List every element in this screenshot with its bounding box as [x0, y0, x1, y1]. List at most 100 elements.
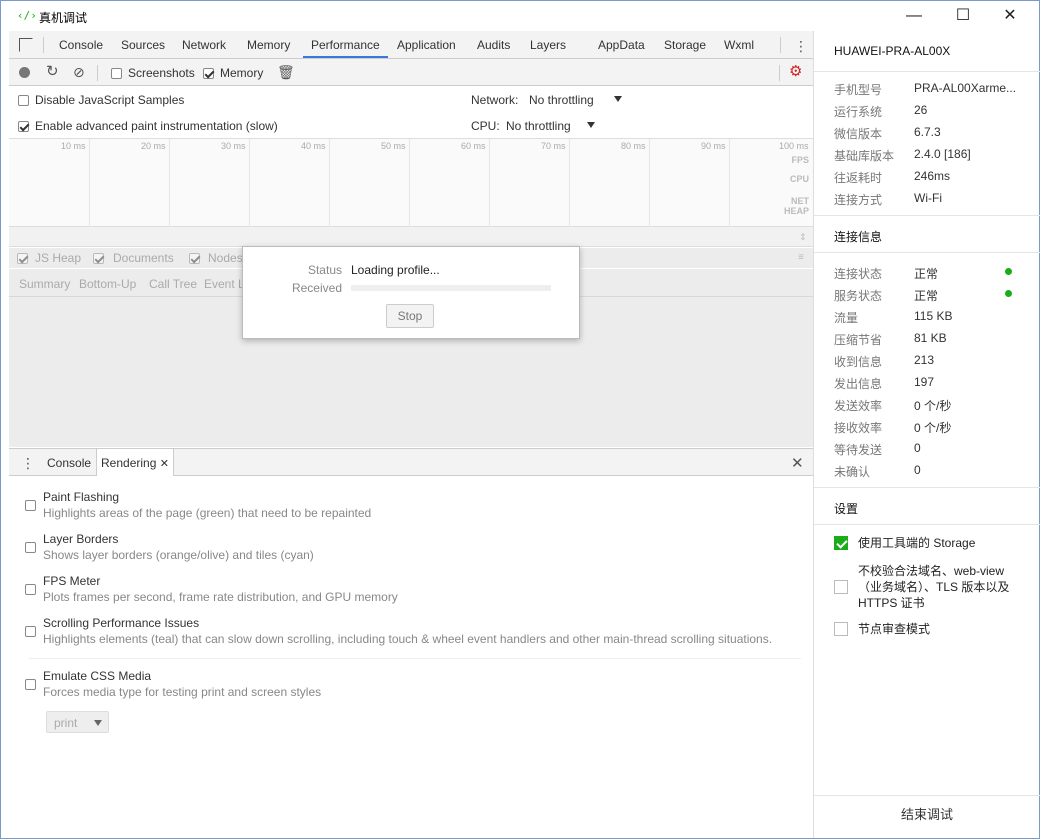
close-window-button[interactable]: ✕ — [994, 5, 1026, 27]
gridline — [249, 139, 250, 227]
drawer-tab-console[interactable]: Console — [47, 449, 91, 476]
screenshots-checkbox[interactable] — [111, 68, 122, 79]
skip-domain-check-label: 不校验合法域名、web-view（业务域名）、TLS 版本以及 HTTPS 证书 — [858, 564, 1010, 610]
tab-call-tree[interactable]: Call Tree — [149, 277, 197, 291]
emulate-css-media-checkbox[interactable] — [25, 679, 36, 690]
close-tab-icon[interactable]: ✕ — [160, 458, 169, 470]
tab-application[interactable]: Application — [397, 31, 456, 58]
scrolling-issues-checkbox[interactable] — [25, 626, 36, 637]
capture-settings: Disable JavaScript Samples Network: No t… — [9, 87, 813, 139]
received-progress-bar — [351, 285, 551, 291]
tab-memory[interactable]: Memory — [247, 31, 290, 58]
fps-meter-title: FPS Meter — [43, 574, 101, 588]
emulate-css-media-title: Emulate CSS Media — [43, 669, 152, 683]
conn-value: 0 个/秒 — [914, 421, 952, 435]
inspect-element-icon[interactable] — [19, 38, 33, 52]
drawer-tab-rendering-label: Rendering — [101, 456, 157, 470]
tab-wxml[interactable]: Wxml — [724, 31, 754, 58]
clear-icon[interactable]: ⊘ — [73, 65, 85, 79]
close-drawer-icon[interactable]: ✕ — [791, 454, 804, 472]
tab-bottom-up[interactable]: Bottom-Up — [79, 277, 136, 291]
media-type-value: print — [54, 716, 78, 730]
tick-label: 70 ms — [541, 141, 566, 151]
stop-button[interactable]: Stop — [386, 304, 434, 328]
paint-flashing-checkbox[interactable] — [25, 500, 36, 511]
js-heap-label: JS Heap — [35, 251, 82, 265]
tick-label: 100 ms — [779, 141, 809, 151]
flame-chart-area[interactable]: ⇕ — [9, 227, 813, 247]
scrolling-issues-title: Scrolling Performance Issues — [43, 616, 200, 630]
skip-domain-check-checkbox[interactable] — [834, 580, 848, 594]
divider — [814, 524, 1040, 525]
node-audit-checkbox[interactable] — [834, 622, 848, 636]
js-heap-checkbox[interactable] — [17, 253, 28, 264]
drawer-tab-bar: ⋮ Console Rendering ✕ ✕ — [9, 448, 813, 476]
connection-status-dot — [1005, 268, 1012, 275]
maximize-button[interactable]: ☐ — [947, 5, 979, 27]
more-menu-icon[interactable]: ⋮ — [794, 39, 808, 53]
device-name: HUAWEI-PRA-AL00X — [834, 44, 951, 58]
gridline — [89, 139, 90, 227]
fps-meter-checkbox[interactable] — [25, 584, 36, 595]
cpu-throttling-select[interactable]: No throttling — [506, 119, 571, 133]
nodes-checkbox[interactable] — [189, 253, 200, 264]
timeline-overview[interactable]: 10 ms 20 ms 30 ms 40 ms 50 ms 60 ms 70 m… — [9, 139, 813, 227]
tick-label: 50 ms — [381, 141, 406, 151]
divider — [814, 215, 1040, 216]
minimize-button[interactable]: — — [898, 5, 930, 27]
service-status-dot — [1005, 290, 1012, 297]
media-type-select[interactable]: print — [46, 711, 109, 733]
reload-icon[interactable]: ↻ — [46, 64, 59, 79]
memory-label: Memory — [220, 66, 264, 80]
conn-key: 收到信息 — [834, 355, 883, 369]
tab-storage[interactable]: Storage — [664, 31, 706, 58]
conn-value: 0 个/秒 — [914, 399, 952, 413]
tab-summary[interactable]: Summary — [19, 277, 70, 291]
tick-label: 20 ms — [141, 141, 166, 151]
advanced-paint-checkbox[interactable] — [18, 121, 29, 132]
drag-handle-icon[interactable]: ≡ — [798, 251, 804, 265]
disable-js-samples-checkbox[interactable] — [18, 95, 29, 106]
memory-checkbox[interactable] — [203, 68, 214, 79]
capture-settings-gear-icon[interactable]: ⚙ — [789, 64, 803, 79]
tab-console[interactable]: Console — [59, 31, 103, 58]
code-icon: ‹/› — [17, 9, 37, 22]
tab-layers[interactable]: Layers — [530, 31, 566, 58]
info-key: 连接方式 — [834, 193, 883, 207]
tick-label: 60 ms — [461, 141, 486, 151]
tab-event-log[interactable]: Event L — [204, 277, 245, 291]
tab-sources[interactable]: Sources — [121, 31, 165, 58]
info-value: 26 — [914, 103, 928, 117]
tab-performance[interactable]: Performance — [303, 31, 388, 58]
gridline — [729, 139, 730, 227]
devtools-tab-bar: Console Sources Network Memory Performan… — [9, 31, 813, 59]
documents-checkbox[interactable] — [93, 253, 104, 264]
tab-appdata[interactable]: AppData — [598, 31, 645, 58]
title-bar: ‹/› 真机调试 — ☐ ✕ — [1, 1, 1039, 31]
network-throttling-select[interactable]: No throttling — [529, 93, 594, 107]
drawer-tab-rendering[interactable]: Rendering ✕ — [96, 449, 174, 476]
use-tool-storage-checkbox[interactable] — [834, 536, 848, 550]
gridline — [489, 139, 490, 227]
end-debug-button[interactable]: 结束调试 — [814, 795, 1040, 838]
status-value: Loading profile... — [351, 263, 440, 277]
divider — [43, 37, 44, 53]
conn-value: 81 KB — [914, 331, 947, 345]
advanced-paint-label: Enable advanced paint instrumentation (s… — [35, 119, 278, 133]
tab-network[interactable]: Network — [182, 31, 226, 58]
drawer-menu-icon[interactable]: ⋮ — [21, 456, 35, 470]
debug-window: ‹/› 真机调试 — ☐ ✕ Console Sources Network M… — [0, 0, 1040, 839]
conn-key: 发送效率 — [834, 399, 883, 413]
divider — [780, 37, 781, 53]
trash-icon[interactable]: 🗑 — [277, 65, 295, 79]
conn-value: 197 — [914, 375, 935, 389]
divider — [814, 71, 1040, 72]
nodes-label: Nodes — [208, 251, 243, 265]
record-icon[interactable] — [19, 67, 30, 78]
network-label: Network: — [471, 93, 519, 107]
scroll-arrows-icon[interactable]: ⇕ — [799, 230, 807, 244]
tab-audits[interactable]: Audits — [477, 31, 510, 58]
tick-label: 80 ms — [621, 141, 646, 151]
layer-borders-checkbox[interactable] — [25, 542, 36, 553]
chevron-down-icon — [587, 122, 595, 128]
